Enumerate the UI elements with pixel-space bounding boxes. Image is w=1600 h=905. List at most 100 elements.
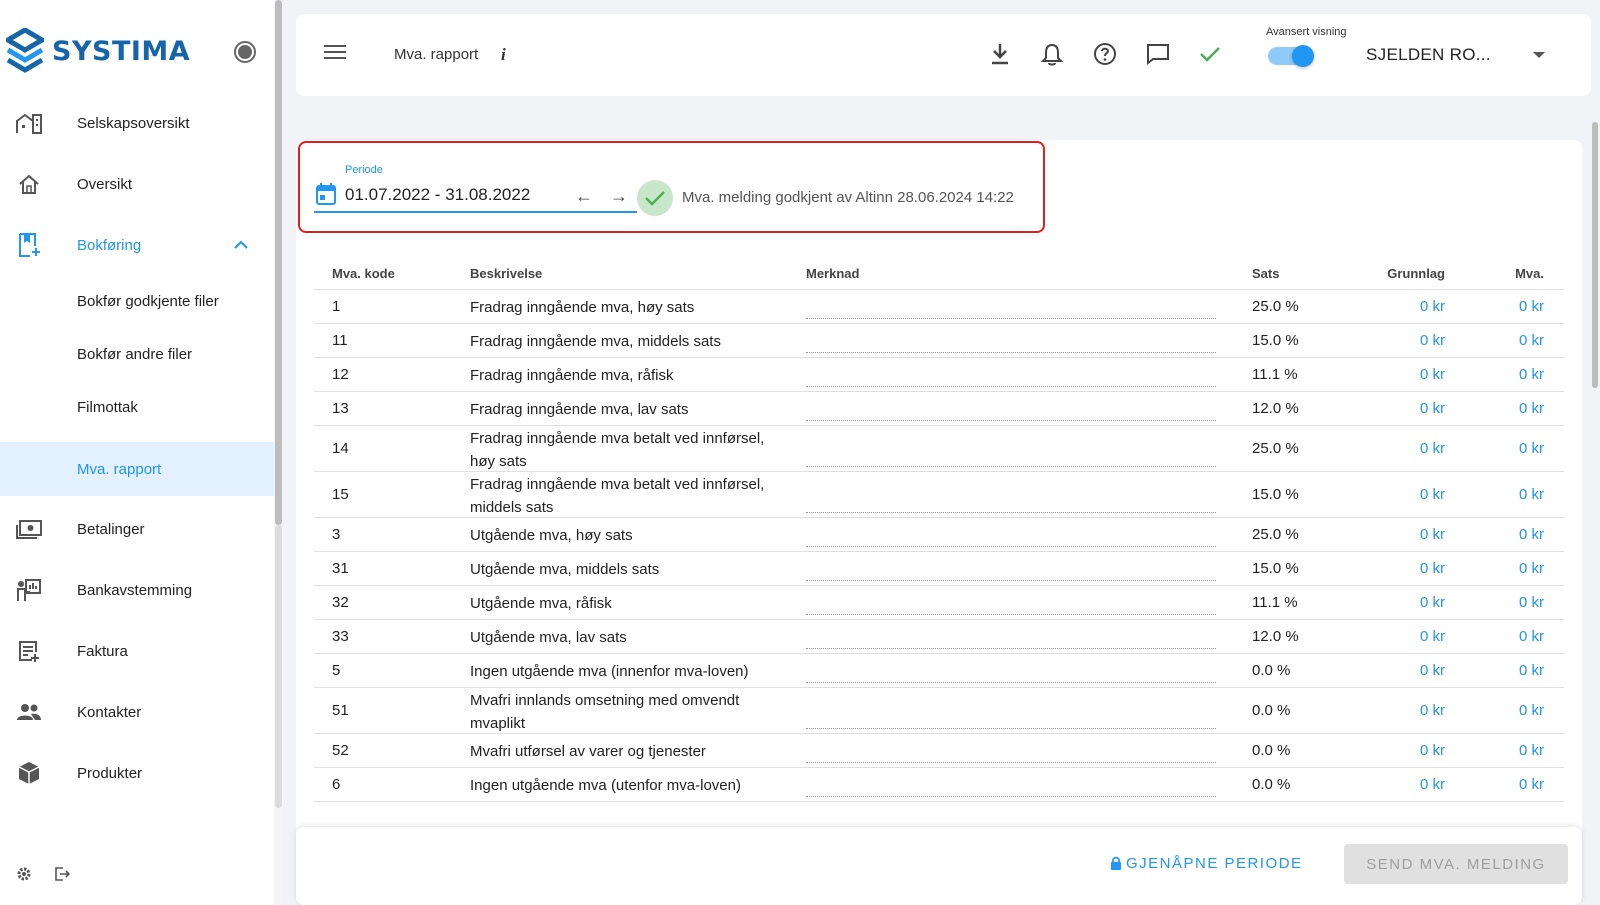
cell-vat-link[interactable]: 0 kr <box>1519 702 1544 719</box>
note-input[interactable] <box>806 682 1216 683</box>
chevron-up-icon[interactable] <box>234 237 248 254</box>
sidebar-item-kontakter[interactable]: Kontakter <box>0 697 274 727</box>
cell-vat-link[interactable]: 0 kr <box>1519 662 1544 679</box>
note-input[interactable] <box>806 352 1216 353</box>
cell-base-link[interactable]: 0 kr <box>1420 526 1445 543</box>
cell-base-link[interactable]: 0 kr <box>1420 298 1445 315</box>
sidebar-item-filmottak[interactable]: Filmottak <box>0 396 274 418</box>
sidebar-item-bankavstemming[interactable]: Bankavstemming <box>0 575 274 605</box>
table-row[interactable]: 6 Ingen utgående mva (utenfor mva-loven) 0… <box>314 768 1564 802</box>
sidebar-item-produkter[interactable]: Produkter <box>0 758 274 788</box>
sidebar-scrollbar[interactable] <box>274 0 283 905</box>
sidebar-item-faktura[interactable]: Faktura <box>0 636 274 666</box>
notification-bell-icon[interactable] <box>1038 40 1066 68</box>
cell-base-link[interactable]: 0 kr <box>1420 400 1445 417</box>
note-input[interactable] <box>806 318 1216 319</box>
table-row[interactable]: 31 Utgående mva, middels sats 15.0 % 0 kr 0 … <box>314 552 1564 586</box>
cell-vat-link[interactable]: 0 kr <box>1519 594 1544 611</box>
table-row[interactable]: 52 Mvafri utførsel av varer og tjenester 0… <box>314 734 1564 768</box>
cell-base-link[interactable]: 0 kr <box>1420 742 1445 759</box>
note-input[interactable] <box>806 386 1216 387</box>
chat-icon[interactable] <box>1144 40 1172 68</box>
help-icon[interactable] <box>1091 40 1119 68</box>
note-input[interactable] <box>806 796 1216 797</box>
cell-base-link[interactable]: 0 kr <box>1420 560 1445 577</box>
cell-rate: 12.0 % <box>1252 400 1299 417</box>
checkmark-icon[interactable] <box>1196 40 1224 68</box>
send-vat-report-button[interactable]: SEND MVA. MELDING <box>1344 844 1568 884</box>
cell-vat-link[interactable]: 0 kr <box>1519 486 1544 503</box>
cell-base-link[interactable]: 0 kr <box>1420 594 1445 611</box>
main-scrollbar-thumb[interactable] <box>1592 122 1598 388</box>
reopen-period-button[interactable]: GJENÅPNE PERIODE <box>1110 855 1303 872</box>
note-input[interactable] <box>806 648 1216 649</box>
chevron-down-icon[interactable] <box>1533 52 1545 58</box>
logout-icon[interactable] <box>54 866 71 887</box>
company-selector[interactable]: SJELDEN RO... <box>1366 45 1491 65</box>
cell-vat-link[interactable]: 0 kr <box>1519 440 1544 457</box>
cell-vat-link[interactable]: 0 kr <box>1519 400 1544 417</box>
theme-toggle-icon[interactable] <box>234 41 256 63</box>
cell-base-link[interactable]: 0 kr <box>1420 332 1445 349</box>
info-icon[interactable]: i <box>501 45 506 65</box>
cell-vat-link[interactable]: 0 kr <box>1519 742 1544 759</box>
gear-icon[interactable] <box>16 866 32 887</box>
table-row[interactable]: 14 Fradrag inngående mva betalt ved innfø… <box>314 426 1564 472</box>
note-input[interactable] <box>806 762 1216 763</box>
note-input[interactable] <box>806 420 1216 421</box>
cell-base-link[interactable]: 0 kr <box>1420 702 1445 719</box>
systima-logo[interactable]: SYSTIMA <box>6 28 190 74</box>
table-row[interactable]: 5 Ingen utgående mva (innenfor mva-loven)… <box>314 654 1564 688</box>
cell-base-link[interactable]: 0 kr <box>1420 486 1445 503</box>
sidebar-item-oversikt[interactable]: Oversikt <box>0 169 274 199</box>
cell-vat-link[interactable]: 0 kr <box>1519 332 1544 349</box>
payments-icon <box>16 516 42 542</box>
cell-base-link[interactable]: 0 kr <box>1420 440 1445 457</box>
cell-vat-link[interactable]: 0 kr <box>1519 366 1544 383</box>
note-input[interactable] <box>806 512 1216 513</box>
note-input[interactable] <box>806 728 1216 729</box>
cell-base-link[interactable]: 0 kr <box>1420 662 1445 679</box>
vat-table: Mva. kode Beskrivelse Merknad Sats Grunn… <box>314 258 1564 802</box>
cell-vat-link[interactable]: 0 kr <box>1519 560 1544 577</box>
previous-period-icon[interactable]: ← <box>575 186 593 207</box>
sidebar-item-bokforing[interactable]: Bokføring <box>0 230 274 260</box>
next-period-icon[interactable]: → <box>610 186 628 207</box>
note-input[interactable] <box>806 580 1216 581</box>
table-row[interactable]: 32 Utgående mva, råfisk 11.1 % 0 kr 0 kr <box>314 586 1564 620</box>
cell-rate: 15.0 % <box>1252 486 1299 503</box>
cell-base-link[interactable]: 0 kr <box>1420 776 1445 793</box>
top-header: Mva. rapport i Avansert visning SJELDEN … <box>296 14 1591 96</box>
table-row[interactable]: 3 Utgående mva, høy sats 25.0 % 0 kr 0 kr <box>314 518 1564 552</box>
table-row[interactable]: 33 Utgående mva, lav sats 12.0 % 0 kr 0 kr <box>314 620 1564 654</box>
cell-vat-link[interactable]: 0 kr <box>1519 628 1544 645</box>
sidebar-scrollbar-thumb[interactable] <box>275 0 282 525</box>
calendar-icon[interactable] <box>315 182 337 211</box>
cell-vat-link[interactable]: 0 kr <box>1519 526 1544 543</box>
sidebar-item-betalinger[interactable]: Betalinger <box>0 514 274 544</box>
sidebar-item-bokfor-andre-filer[interactable]: Bokfør andre filer <box>0 343 274 365</box>
cell-vat-link[interactable]: 0 kr <box>1519 298 1544 315</box>
note-input[interactable] <box>806 614 1216 615</box>
cell-description: Mvafri innlands omsetning med omvendt mv… <box>470 692 740 732</box>
table-row[interactable]: 13 Fradrag inngående mva, lav sats 12.0 % 0… <box>314 392 1564 426</box>
table-row[interactable]: 1 Fradrag inngående mva, høy sats 25.0 % 0 … <box>314 290 1564 324</box>
cell-description: Fradrag inngående mva betalt ved innførs… <box>470 476 765 516</box>
cell-base-link[interactable]: 0 kr <box>1420 628 1445 645</box>
note-input[interactable] <box>806 466 1216 467</box>
cell-description: Utgående mva, middels sats <box>470 561 660 578</box>
table-row[interactable]: 12 Fradrag inngående mva, råfisk 11.1 % 0 k… <box>314 358 1564 392</box>
sidebar-item-bokfor-godkjente-filer[interactable]: Bokfør godkjente filer <box>0 290 274 312</box>
cell-vat-link[interactable]: 0 kr <box>1519 776 1544 793</box>
download-icon[interactable] <box>986 40 1014 68</box>
advanced-view-toggle[interactable] <box>1266 44 1314 67</box>
table-row[interactable]: 11 Fradrag inngående mva, middels sats 15.… <box>314 324 1564 358</box>
sidebar-item-selskapsoversikt[interactable]: Selskapsoversikt <box>0 108 274 138</box>
hamburger-menu-icon[interactable] <box>324 44 346 65</box>
table-row[interactable]: 51 Mvafri innlands omsetning med omvendt … <box>314 688 1564 734</box>
sidebar-item-mva-rapport[interactable]: Mva. rapport <box>0 442 274 496</box>
period-input[interactable]: 01.07.2022 - 31.08.2022 <box>345 185 530 205</box>
cell-base-link[interactable]: 0 kr <box>1420 366 1445 383</box>
table-row[interactable]: 15 Fradrag inngående mva betalt ved innfø… <box>314 472 1564 518</box>
note-input[interactable] <box>806 546 1216 547</box>
